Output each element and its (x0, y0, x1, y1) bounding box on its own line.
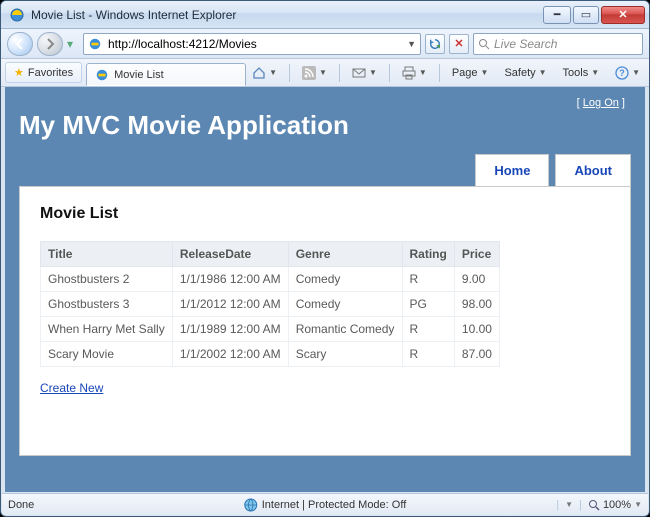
command-bar: ★ Favorites Movie List ▼ ▼ ▼ ▼ Page ▼ (1, 59, 649, 87)
content-panel: Movie List Title ReleaseDate Genre Ratin… (19, 186, 631, 456)
home-icon (252, 66, 266, 80)
col-title: Title (41, 241, 173, 266)
status-bar: Done Internet | Protected Mode: Off | ▼ … (2, 493, 648, 515)
cell-rating: R (402, 341, 454, 366)
logon-area: [ Log On ] (19, 93, 631, 109)
table-row: Ghostbusters 21/1/1986 12:00 AMComedyR9.… (41, 266, 500, 291)
favorites-button[interactable]: ★ Favorites (5, 62, 82, 83)
table-row: Ghostbusters 31/1/2012 12:00 AMComedyPG9… (41, 291, 500, 316)
maximize-button[interactable]: ▭ (573, 6, 599, 24)
cell-genre: Comedy (288, 291, 402, 316)
safety-menu[interactable]: Safety ▼ (498, 63, 552, 83)
back-button[interactable] (7, 32, 33, 56)
favorites-label: Favorites (28, 67, 73, 79)
separator (439, 64, 440, 82)
feeds-button[interactable]: ▼ (296, 62, 333, 84)
stop-button[interactable]: ✕ (449, 34, 469, 54)
col-releasedate: ReleaseDate (172, 241, 288, 266)
page-title: My MVC Movie Application (19, 111, 631, 140)
nav-bar: ▾ ▼ ✕ Live Search (1, 29, 649, 59)
cell-rating: R (402, 316, 454, 341)
search-icon (478, 38, 490, 50)
status-center: Internet | Protected Mode: Off (262, 499, 407, 511)
ie-icon (9, 7, 25, 23)
cell-date: 1/1/2012 12:00 AM (172, 291, 288, 316)
help-icon: ? (615, 66, 629, 80)
nav-about[interactable]: About (555, 154, 631, 186)
search-box[interactable]: Live Search (473, 33, 643, 55)
status-sep: | (579, 499, 582, 511)
site-nav: Home About (19, 154, 631, 186)
protected-mode-dropdown[interactable]: ▼ (565, 500, 573, 509)
mail-icon (352, 66, 366, 80)
col-genre: Genre (288, 241, 402, 266)
cell-genre: Scary (288, 341, 402, 366)
status-sep: | (556, 499, 559, 511)
zoom-control[interactable]: 100% ▼ (588, 499, 642, 511)
table-header-row: Title ReleaseDate Genre Rating Price (41, 241, 500, 266)
browser-tab[interactable]: Movie List (86, 63, 246, 86)
home-button[interactable]: ▼ (246, 62, 283, 84)
mail-button[interactable]: ▼ (346, 62, 383, 84)
minimize-button[interactable]: ━ (543, 6, 571, 24)
tab-label: Movie List (114, 69, 164, 81)
status-left: Done (8, 499, 34, 511)
browser-window: Movie List - Windows Internet Explorer ━… (0, 0, 650, 517)
nav-history-dropdown[interactable]: ▾ (67, 37, 79, 51)
internet-zone-icon (244, 498, 258, 512)
separator (339, 64, 340, 82)
movies-table: Title ReleaseDate Genre Rating Price Gho… (40, 241, 500, 367)
close-button[interactable]: ✕ (601, 6, 645, 24)
nav-home[interactable]: Home (475, 154, 549, 186)
forward-button[interactable] (37, 32, 63, 56)
create-new-link[interactable]: Create New (40, 381, 103, 395)
cell-title: Ghostbusters 3 (41, 291, 173, 316)
zoom-value: 100% (603, 499, 631, 511)
separator (389, 64, 390, 82)
cell-title: Ghostbusters 2 (41, 266, 173, 291)
page-icon (88, 37, 102, 51)
tools-menu[interactable]: Tools ▼ (557, 63, 606, 83)
status-zone[interactable]: Internet | Protected Mode: Off (244, 498, 407, 512)
titlebar: Movie List - Windows Internet Explorer ━… (1, 1, 649, 29)
table-row: When Harry Met Sally1/1/1989 12:00 AMRom… (41, 316, 500, 341)
cell-date: 1/1/1989 12:00 AM (172, 316, 288, 341)
logon-link[interactable]: Log On (583, 97, 619, 109)
zoom-dropdown-icon[interactable]: ▼ (634, 500, 642, 509)
svg-text:?: ? (619, 68, 625, 78)
table-row: Scary Movie1/1/2002 12:00 AMScaryR87.00 (41, 341, 500, 366)
page-viewport: [ Log On ] My MVC Movie Application Home… (5, 87, 645, 492)
addr-dropdown-icon[interactable]: ▼ (407, 39, 416, 49)
star-icon: ★ (14, 66, 24, 79)
cell-date: 1/1/2002 12:00 AM (172, 341, 288, 366)
refresh-button[interactable] (425, 34, 445, 54)
cell-rating: PG (402, 291, 454, 316)
col-rating: Rating (402, 241, 454, 266)
cell-price: 9.00 (454, 266, 499, 291)
cell-price: 10.00 (454, 316, 499, 341)
col-price: Price (454, 241, 499, 266)
print-button[interactable]: ▼ (396, 62, 433, 84)
zoom-icon (588, 499, 600, 511)
separator (289, 64, 290, 82)
cell-date: 1/1/1986 12:00 AM (172, 266, 288, 291)
help-button[interactable]: ?▼ (609, 62, 646, 84)
cell-genre: Romantic Comedy (288, 316, 402, 341)
list-heading: Movie List (40, 205, 610, 223)
search-placeholder: Live Search (494, 37, 557, 51)
rss-icon (302, 66, 316, 80)
url-input[interactable] (106, 36, 403, 52)
cell-price: 98.00 (454, 291, 499, 316)
print-icon (402, 66, 416, 80)
window-title: Movie List - Windows Internet Explorer (31, 8, 543, 22)
page-menu[interactable]: Page ▼ (446, 63, 495, 83)
tab-page-icon (95, 68, 109, 82)
cell-title: Scary Movie (41, 341, 173, 366)
cell-price: 87.00 (454, 341, 499, 366)
cell-genre: Comedy (288, 266, 402, 291)
cell-title: When Harry Met Sally (41, 316, 173, 341)
address-bar[interactable]: ▼ (83, 33, 421, 55)
cell-rating: R (402, 266, 454, 291)
